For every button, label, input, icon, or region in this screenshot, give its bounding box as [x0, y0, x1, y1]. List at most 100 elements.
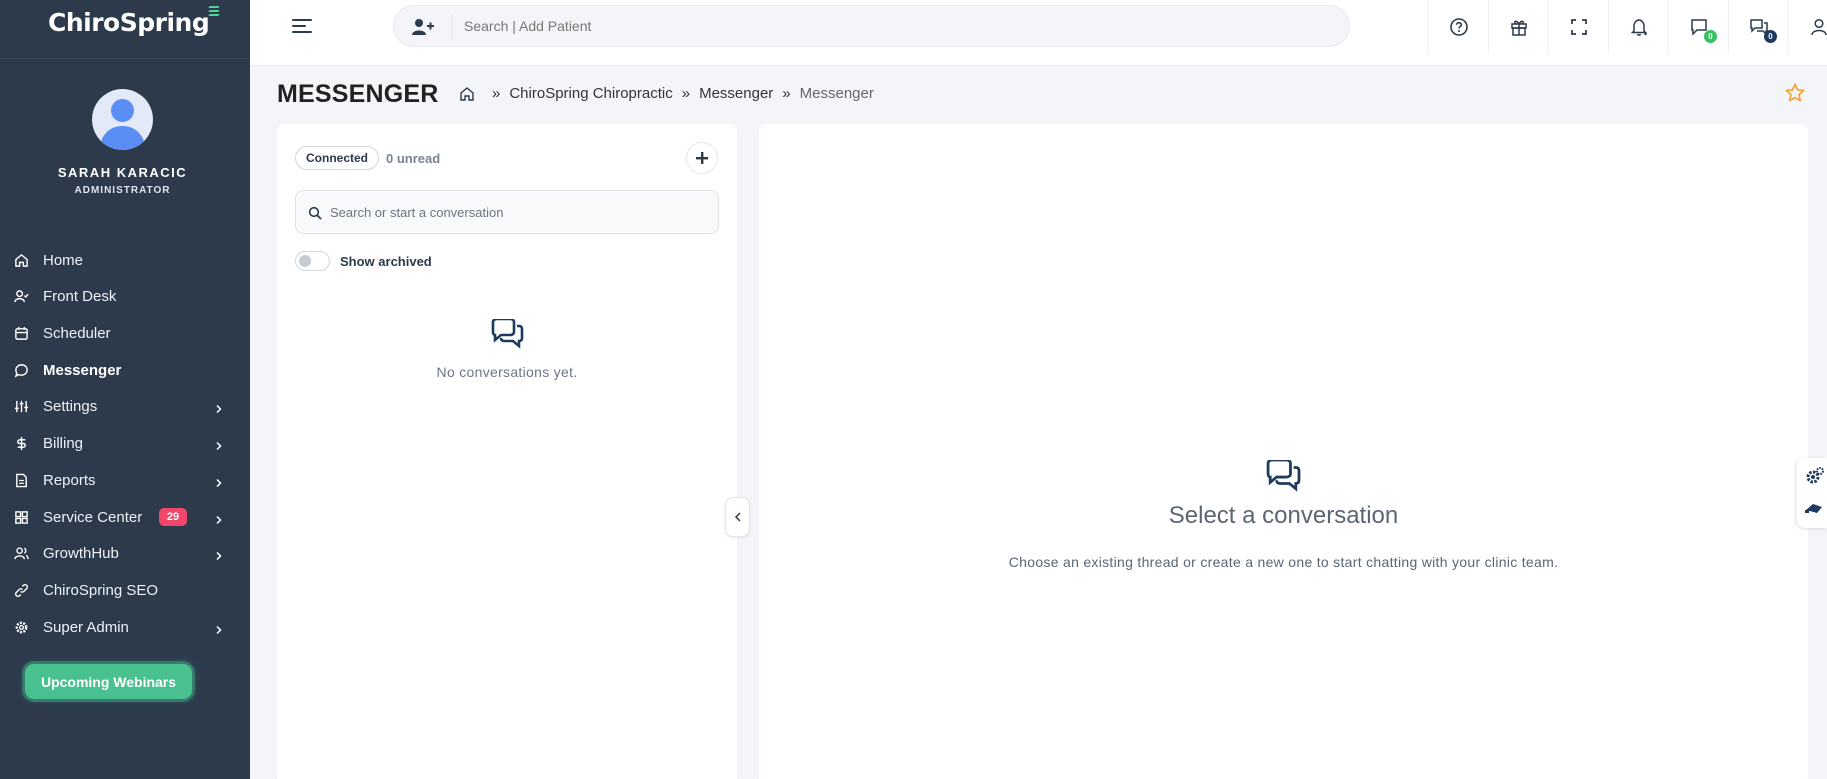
sidebar-item-label: ChiroSpring SEO: [43, 581, 159, 599]
file-text-icon: [14, 473, 29, 488]
chevron-right-icon: [214, 548, 224, 561]
chevron-right-icon: [214, 401, 224, 414]
dollar-icon: [14, 436, 29, 451]
logo-mark-icon: [208, 6, 220, 20]
sidebar-item-billing[interactable]: Billing: [0, 428, 250, 458]
link-icon: [14, 583, 29, 598]
user-icon: [1810, 18, 1827, 36]
show-archived-label: Show archived: [340, 254, 432, 269]
fullscreen-button[interactable]: [1548, 0, 1608, 54]
sidebar-item-label: Home: [43, 251, 84, 269]
sidebar-item-settings[interactable]: Settings: [0, 391, 250, 421]
conversation-search-input[interactable]: [330, 191, 710, 233]
conversations-icon: [1266, 460, 1301, 492]
users-icon: [14, 546, 29, 561]
breadcrumb-clinic[interactable]: ChiroSpring Chiropractic: [509, 85, 672, 102]
breadcrumb: » ChiroSpring Chiropractic » Messenger »…: [459, 85, 874, 102]
chevron-right-icon: [214, 622, 224, 635]
gear-icon: [14, 620, 29, 635]
sidebar-item-label: Settings: [43, 397, 98, 415]
breadcrumb-separator: »: [782, 85, 791, 102]
fullscreen-icon: [1570, 19, 1587, 35]
marketing-icon[interactable]: [1804, 498, 1824, 518]
breadcrumb-separator: »: [681, 85, 691, 102]
grid-icon: [14, 510, 29, 525]
conversations-icon: [491, 319, 524, 349]
logo[interactable]: ChiroSpring: [48, 6, 220, 37]
search-icon: [308, 206, 322, 220]
sidebar-item-chirospring-seo[interactable]: ChiroSpring SEO: [0, 575, 250, 605]
collapse-panel-button[interactable]: [725, 497, 750, 537]
chat-button[interactable]: 0: [1668, 0, 1728, 54]
breadcrumb-current: Messenger: [799, 85, 874, 102]
logo-text: ChiroSpring: [48, 8, 210, 37]
breadcrumb-separator: »: [492, 85, 501, 102]
chevron-left-icon: [734, 512, 741, 522]
sidebar-item-label: Front Desk: [43, 287, 117, 305]
avatar[interactable]: [92, 89, 153, 150]
new-conversation-button[interactable]: [686, 142, 718, 174]
sliders-icon: [14, 399, 29, 414]
sidebar-item-label: Scheduler: [43, 324, 111, 342]
upcoming-webinars-button[interactable]: Upcoming Webinars: [25, 664, 192, 699]
chevron-right-icon: [214, 475, 224, 488]
chevron-right-icon: [214, 512, 224, 525]
search-input[interactable]: [464, 6, 1324, 46]
sidebar-item-label: Reports: [43, 471, 96, 489]
sidebar-item-home[interactable]: Home: [0, 245, 250, 275]
floating-tools: [1797, 458, 1827, 528]
sidebar-item-reports[interactable]: Reports: [0, 465, 250, 495]
star-icon[interactable]: [1784, 82, 1806, 104]
profile-button[interactable]: [1788, 0, 1827, 54]
topbar: 0 0: [250, 0, 1827, 66]
notification-count-badge: 29: [159, 508, 187, 526]
user-role: ADMINISTRATOR: [74, 185, 171, 196]
show-archived-toggle[interactable]: [295, 251, 330, 271]
sidebar-item-service-center[interactable]: Service Center 29: [0, 502, 250, 532]
gift-button[interactable]: [1488, 0, 1548, 54]
divider: [0, 58, 250, 59]
thread-empty-title: Select a conversation: [1168, 502, 1399, 529]
sidebar-item-label: GrowthHub: [43, 544, 119, 562]
sidebar: ChiroSpring SARAH KARACIC ADMINISTRATOR …: [0, 0, 250, 779]
sidebar-item-messenger[interactable]: Messenger: [0, 355, 250, 385]
home-icon[interactable]: [459, 86, 475, 102]
thread-empty-subtitle: Choose an existing thread or create a ne…: [1008, 554, 1559, 570]
sidebar-item-super-admin[interactable]: Super Admin: [0, 612, 250, 642]
connection-status-badge: Connected: [295, 146, 380, 170]
sidebar-item-growthhub[interactable]: GrowthHub: [0, 538, 250, 568]
messages-button[interactable]: 0: [1728, 0, 1788, 54]
patient-search: [393, 5, 1350, 47]
conversation-search: [295, 190, 719, 234]
add-patient-icon[interactable]: [412, 18, 434, 36]
help-button[interactable]: [1428, 0, 1488, 54]
gift-icon: [1510, 20, 1527, 36]
thread-panel: Select a conversation Choose an existing…: [759, 124, 1808, 779]
user-name: SARAH KARACIC: [57, 165, 188, 180]
sidebar-item-label: Service Center: [43, 508, 143, 526]
home-icon: [14, 253, 29, 268]
sidebar-item-label: Messenger: [43, 361, 122, 379]
calendar-icon: [14, 326, 29, 341]
sidebar-item-scheduler[interactable]: Scheduler: [0, 318, 250, 348]
page-title: MESSENGER: [277, 80, 439, 108]
empty-conversations-text: No conversations yet.: [436, 364, 578, 380]
unread-count: 0 unread: [386, 151, 441, 166]
breadcrumb-messenger[interactable]: Messenger: [699, 85, 773, 102]
chevron-right-icon: [214, 438, 224, 451]
chat-count-badge: 0: [1704, 30, 1717, 43]
menu-toggle-icon[interactable]: [292, 19, 312, 35]
settings-gear-icon[interactable]: [1804, 466, 1824, 486]
sidebar-item-front-desk[interactable]: Front Desk: [0, 281, 250, 311]
notifications-button[interactable]: [1608, 0, 1668, 54]
messages-count-badge: 0: [1764, 30, 1777, 43]
plus-icon: [696, 152, 708, 164]
help-icon: [1449, 18, 1468, 36]
sidebar-item-label: Super Admin: [43, 618, 129, 636]
conversation-list-panel: Connected 0 unread Show archived No conv…: [277, 124, 737, 779]
message-circle-icon: [14, 363, 29, 378]
user-check-icon: [14, 289, 29, 304]
divider: [452, 14, 453, 40]
bell-icon: [1630, 19, 1647, 36]
sidebar-item-label: Billing: [43, 434, 84, 452]
